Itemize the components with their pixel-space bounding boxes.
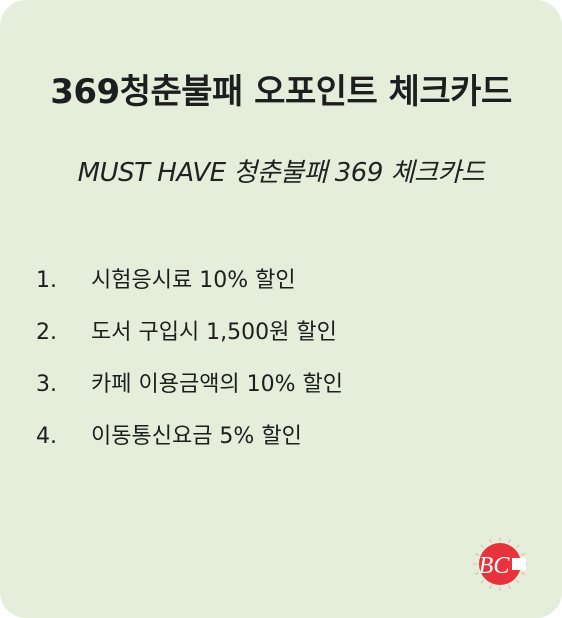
card-title: 369청춘불패 오포인트 체크카드 (50, 72, 512, 112)
list-item: 4. 이동통신요금 5% 할인 (36, 418, 343, 470)
list-item: 1. 시험응시료 10% 할인 (36, 262, 343, 314)
list-item-text: 시험응시료 10% 할인 (91, 268, 296, 293)
list-item-number: 2. (36, 320, 57, 345)
list-item: 3. 카페 이용금액의 10% 할인 (36, 366, 343, 418)
list-item-text: 이동통신요금 5% 할인 (91, 424, 302, 449)
card-panel: 369청춘불패 오포인트 체크카드 MUST HAVE 청춘불패 369 체크카… (0, 0, 562, 618)
bc-card-logo-icon: BC (473, 537, 527, 591)
list-item-number: 1. (36, 268, 57, 293)
list-item-number: 4. (36, 424, 57, 449)
benefit-list: 1. 시험응시료 10% 할인 2. 도서 구입시 1,500원 할인 3. 카… (36, 262, 343, 470)
list-item-text: 카페 이용금액의 10% 할인 (91, 372, 344, 397)
list-item-text: 도서 구입시 1,500원 할인 (91, 320, 337, 345)
list-item: 2. 도서 구입시 1,500원 할인 (36, 314, 343, 366)
logo-text: BC (479, 553, 511, 579)
list-item-number: 3. (36, 372, 57, 397)
card-subtitle: MUST HAVE 청춘불패 369 체크카드 (77, 158, 485, 188)
